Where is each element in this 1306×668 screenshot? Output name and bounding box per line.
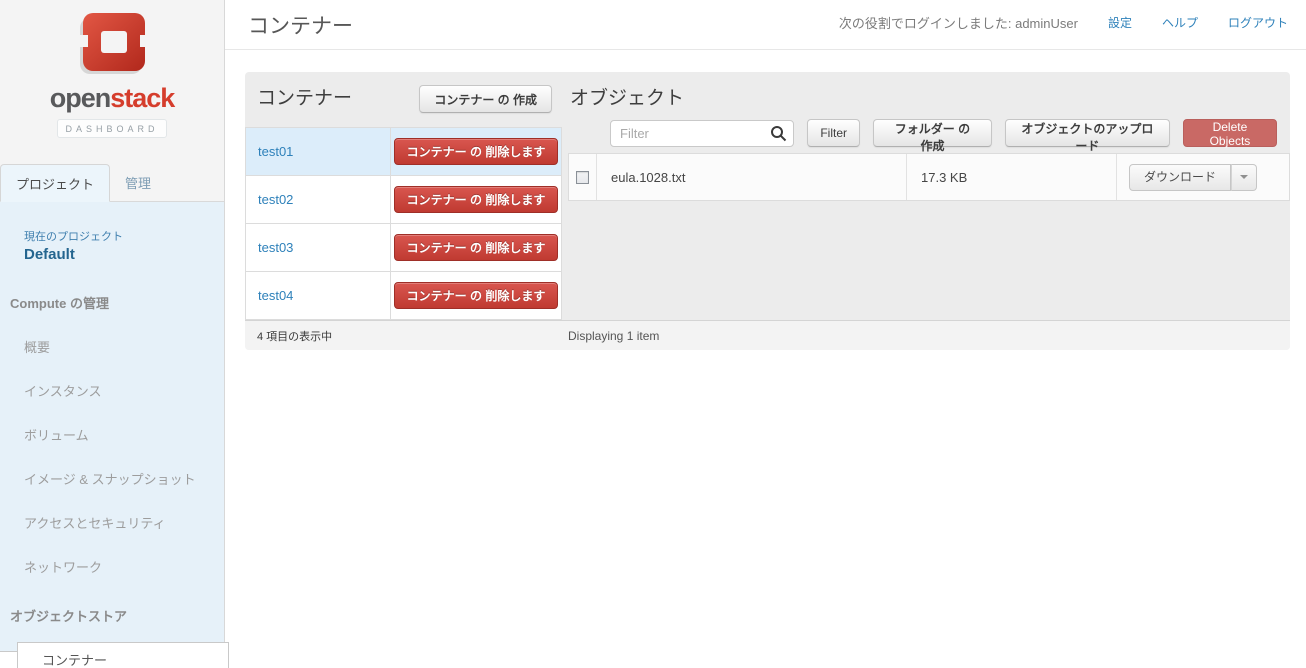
container-row[interactable]: test01 コンテナー の 削除します [246,128,561,176]
sidebar-item-instances[interactable]: インスタンス [24,381,224,400]
section-title-object-store: オブジェクトストア [10,606,224,625]
containers-footer-count: 4 項目の表示中 [257,328,568,344]
panel-footer: 4 項目の表示中 Displaying 1 item [245,320,1290,350]
wordmark-open: open [50,83,111,113]
help-link[interactable]: ヘルプ [1162,14,1198,31]
sidebar-body: 現在のプロジェクト Default Compute の管理 概要 インスタンス … [0,202,224,668]
container-name-link[interactable]: test02 [258,192,293,207]
container-name-link[interactable]: test03 [258,240,293,255]
objects-footer-count: Displaying 1 item [568,329,659,343]
dashboard-badge: DASHBOARD [57,119,167,138]
page-title: コンテナー [248,10,353,40]
header-user-area: 次の役割でログインしました: adminUser 設定 ヘルプ ログアウト [839,13,1288,32]
top-header: コンテナー 次の役割でログインしました: adminUser 設定 ヘルプ ログ… [225,0,1306,50]
container-row[interactable]: test03 コンテナー の 削除します [246,224,561,272]
filter-button[interactable]: Filter [807,119,860,147]
container-row[interactable]: test04 コンテナー の 削除します [246,272,561,320]
container-name-link[interactable]: test04 [258,288,293,303]
container-name-link[interactable]: test01 [258,144,293,159]
create-container-button[interactable]: コンテナー の 作成 [419,85,552,113]
container-row[interactable]: test02 コンテナー の 削除します [246,176,561,224]
containers-panel-title: コンテナー [257,85,352,113]
current-project-name: Default [24,246,224,263]
tab-project[interactable]: プロジェクト [0,164,110,202]
object-size: 17.3 KB [906,154,1116,200]
logout-link[interactable]: ログアウト [1228,14,1288,31]
object-row: eula.1028.txt 17.3 KB ダウンロード [569,154,1289,200]
sidebar-item-volumes[interactable]: ボリューム [24,425,224,444]
compute-nav-list: 概要 インスタンス ボリューム イメージ & スナップショット アクセスとセキュ… [0,337,224,576]
create-folder-button[interactable]: フォルダー の 作成 [873,119,992,147]
containers-table: test01 コンテナー の 削除します test02 コンテナー の 削除しま… [245,127,562,320]
object-name: eula.1028.txt [596,154,906,200]
filter-input[interactable] [610,120,794,147]
delete-container-button[interactable]: コンテナー の 削除します [394,138,559,165]
openstack-wordmark: openstack [0,85,224,112]
download-split-button: ダウンロード [1129,164,1257,191]
delete-objects-button[interactable]: Delete Objects [1183,119,1277,147]
objects-table: eula.1028.txt 17.3 KB ダウンロード [568,153,1290,201]
openstack-cube-icon [74,10,150,78]
filter-input-wrap [610,120,794,147]
sidebar-item-overview[interactable]: 概要 [24,337,224,356]
delete-container-button[interactable]: コンテナー の 削除します [394,186,559,213]
caret-down-icon [1240,175,1248,179]
openstack-logo: openstack DASHBOARD [0,0,224,138]
objects-column: オブジェクト Filter フォルダー の 作成 オブジェクトのアップロード D… [568,72,1290,201]
sidebar-item-images-snapshots[interactable]: イメージ & スナップショット [24,469,224,488]
login-status-text: 次の役割でログインしました: adminUser [839,13,1078,32]
wordmark-stack: stack [110,83,174,113]
current-project-label: 現在のプロジェクト [24,228,224,244]
sidebar-item-access-security[interactable]: アクセスとセキュリティ [24,513,224,532]
objects-toolbar: Filter フォルダー の 作成 オブジェクトのアップロード Delete O… [610,119,1277,147]
search-icon [770,125,787,142]
sidebar: openstack DASHBOARD プロジェクト 管理 現在のプロジェクト … [0,0,225,652]
sidebar-tabs: プロジェクト 管理 [0,164,224,202]
sidebar-logo-area: openstack DASHBOARD プロジェクト 管理 [0,0,224,202]
tab-admin[interactable]: 管理 [110,164,166,201]
containers-objects-panel: コンテナー コンテナー の 作成 test01 コンテナー の 削除します te… [245,72,1290,350]
sidebar-item-containers-active[interactable]: コンテナー [17,642,229,668]
delete-container-button[interactable]: コンテナー の 削除します [394,282,559,309]
upload-object-button[interactable]: オブジェクトのアップロード [1005,119,1170,147]
sidebar-item-networks[interactable]: ネットワーク [24,557,224,576]
delete-container-button[interactable]: コンテナー の 削除します [394,234,559,261]
settings-link[interactable]: 設定 [1108,14,1132,31]
section-title-compute: Compute の管理 [10,293,224,312]
object-row-checkbox[interactable] [576,171,589,184]
objects-panel-title: オブジェクト [570,85,1290,113]
download-button[interactable]: ダウンロード [1129,164,1231,191]
containers-column: コンテナー コンテナー の 作成 test01 コンテナー の 削除します te… [245,72,562,320]
download-dropdown-toggle[interactable] [1231,164,1257,191]
